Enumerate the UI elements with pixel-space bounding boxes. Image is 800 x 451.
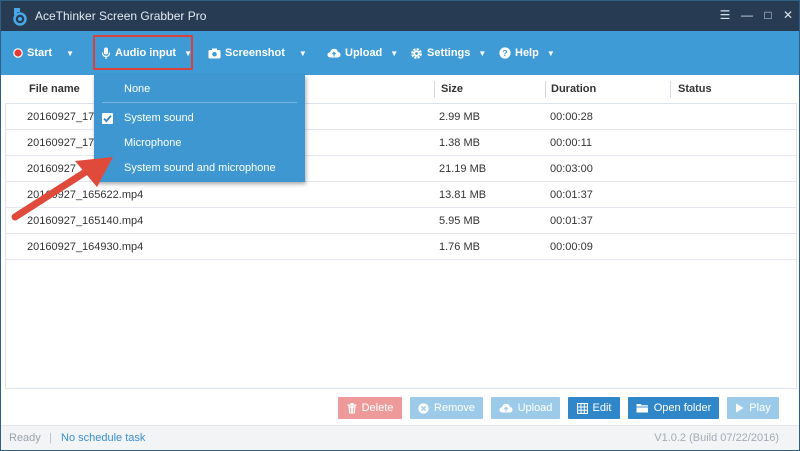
status-bar: Ready | No schedule task V1.0.2 (Build 0… — [1, 425, 799, 450]
folder-icon — [636, 403, 649, 413]
window-title: AceThinker Screen Grabber Pro — [35, 9, 207, 23]
edit-grid-icon — [576, 402, 588, 414]
size-cell: 5.95 MB — [439, 215, 480, 227]
status-text: Ready — [9, 432, 41, 444]
column-header-size[interactable]: Size — [441, 75, 463, 104]
chevron-down-icon[interactable]: ▼ — [66, 49, 74, 58]
edit-button[interactable]: Edit — [568, 397, 620, 419]
menu-item-microphone[interactable]: Microphone — [94, 131, 305, 156]
chevron-down-icon[interactable]: ▼ — [478, 49, 486, 58]
minimize-icon[interactable]: — — [739, 7, 755, 23]
app-logo-icon — [13, 8, 27, 26]
table-row[interactable]: 20160927_164930.mp4 1.76 MB 00:00:09 — [5, 234, 797, 260]
start-button[interactable]: Start ▼ — [13, 31, 74, 75]
duration-cell: 00:00:11 — [550, 137, 593, 149]
cloud-upload-icon — [327, 48, 341, 58]
help-label: Help — [515, 47, 539, 59]
chevron-down-icon[interactable]: ▼ — [390, 49, 398, 58]
column-header-file-name[interactable]: File name — [29, 75, 80, 104]
app-window: AceThinker Screen Grabber Pro ☰ — □ ✕ St… — [0, 0, 800, 451]
open-folder-label: Open folder — [653, 402, 712, 414]
screenshot-label: Screenshot — [225, 47, 285, 59]
cloud-upload-icon — [499, 403, 513, 413]
start-label: Start — [27, 47, 53, 59]
schedule-task-link[interactable]: No schedule task — [61, 432, 145, 444]
size-cell: 2.99 MB — [439, 111, 480, 123]
file-name-cell: 20160927_170 — [27, 111, 101, 123]
menu-divider — [102, 102, 297, 103]
table-row[interactable]: 20160927_165140.mp4 5.95 MB 00:01:37 — [5, 208, 797, 234]
remove-circle-icon — [418, 402, 429, 414]
camera-icon — [208, 48, 221, 59]
remove-label: Remove — [434, 402, 475, 414]
question-icon: ? — [499, 47, 511, 59]
maximize-icon[interactable]: □ — [760, 7, 776, 23]
duration-cell: 00:03:00 — [550, 163, 593, 175]
delete-button[interactable]: Delete — [338, 397, 402, 419]
column-divider[interactable] — [545, 81, 546, 98]
settings-button[interactable]: Settings ▼ — [410, 31, 486, 75]
menu-item-label: Microphone — [124, 137, 182, 149]
duration-cell: 00:01:37 — [550, 215, 593, 227]
size-cell: 1.76 MB — [439, 241, 480, 253]
chevron-down-icon[interactable]: ▼ — [299, 49, 307, 58]
menu-item-system-sound[interactable]: System sound — [94, 106, 305, 131]
size-cell: 13.81 MB — [439, 189, 487, 201]
menu-icon[interactable]: ☰ — [717, 7, 733, 23]
column-header-duration[interactable]: Duration — [551, 75, 596, 104]
upload-button[interactable]: Upload ▼ — [327, 31, 398, 75]
title-bar: AceThinker Screen Grabber Pro ☰ — □ ✕ — [1, 1, 799, 31]
settings-label: Settings — [427, 47, 471, 59]
column-divider[interactable] — [670, 81, 671, 98]
open-folder-button[interactable]: Open folder — [628, 397, 719, 419]
column-header-status[interactable]: Status — [678, 75, 712, 104]
menu-item-none[interactable]: None — [94, 77, 305, 102]
upload-action-label: Upload — [517, 402, 553, 414]
menu-item-label: System sound — [124, 112, 194, 124]
delete-label: Delete — [361, 402, 394, 414]
record-dot-icon — [13, 48, 23, 58]
upload-label: Upload — [345, 47, 383, 59]
close-icon[interactable]: ✕ — [780, 7, 796, 23]
annotation-arrow-icon — [11, 157, 113, 221]
screenshot-button[interactable]: Screenshot ▼ — [208, 31, 307, 75]
column-divider[interactable] — [434, 81, 435, 98]
play-button[interactable]: Play — [727, 397, 779, 419]
menu-item-label: None — [124, 83, 151, 95]
audio-input-menu: None System sound Microphone System soun… — [94, 75, 305, 182]
play-label: Play — [749, 402, 771, 414]
help-button[interactable]: ? Help ▼ — [499, 31, 555, 75]
version-label: V1.0.2 (Build 07/22/2016) — [654, 432, 779, 444]
upload-action-button[interactable]: Upload — [491, 397, 560, 419]
edit-label: Edit — [592, 402, 612, 414]
table-row[interactable]: 20160927_165622.mp4 13.81 MB 00:01:37 — [5, 182, 797, 208]
menu-item-label: System sound and microphone — [124, 162, 276, 174]
play-icon — [735, 403, 744, 413]
status-separator: | — [49, 432, 52, 444]
action-bar: Delete Remove Upload Edit Open folder Pl… — [1, 397, 799, 419]
trash-icon — [347, 402, 357, 414]
checkbox-checked-icon[interactable] — [102, 113, 113, 124]
remove-button[interactable]: Remove — [410, 397, 483, 419]
chevron-down-icon[interactable]: ▼ — [547, 49, 555, 58]
duration-cell: 00:00:28 — [550, 111, 593, 123]
duration-cell: 00:01:37 — [550, 189, 593, 201]
audio-input-highlight — [93, 35, 193, 70]
svg-text:?: ? — [502, 48, 507, 58]
menu-item-system-sound-and-microphone[interactable]: System sound and microphone — [94, 156, 305, 181]
duration-cell: 00:00:09 — [550, 241, 593, 253]
file-name-cell: 20160927_164930.mp4 — [27, 241, 144, 253]
size-cell: 1.38 MB — [439, 137, 480, 149]
gear-icon — [410, 47, 423, 60]
size-cell: 21.19 MB — [439, 163, 487, 175]
